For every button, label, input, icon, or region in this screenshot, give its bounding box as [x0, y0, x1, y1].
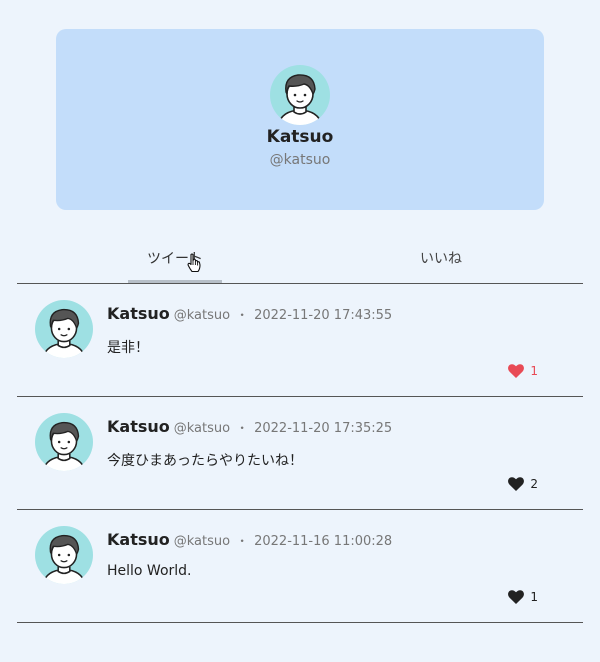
tweet-item[interactable]: Katsuo @katsuo ・ 2022-11-16 11:00:28 Hello … — [17, 510, 583, 623]
like-button[interactable]: 1 — [508, 363, 538, 379]
tweet-item[interactable]: Katsuo @katsuo ・ 2022-11-20 17:43:55 是非！ 1 — [17, 284, 583, 397]
tweet-header: Katsuo @katsuo ・ 2022-11-20 17:35:25 — [107, 417, 392, 436]
tweet-author-name[interactable]: Katsuo — [107, 304, 170, 323]
tweet-author-handle: @katsuo — [173, 308, 231, 323]
tab-tweets[interactable]: ツイート — [128, 240, 222, 283]
tweet-text: Hello World. — [107, 563, 192, 579]
tweet-header: Katsuo @katsuo ・ 2022-11-20 17:43:55 — [107, 304, 392, 323]
separator: ・ — [236, 421, 249, 435]
tweet-author-handle: @katsuo — [173, 534, 231, 549]
like-button[interactable]: 1 — [508, 589, 538, 605]
tweet-text: 是非！ — [107, 340, 149, 356]
like-count: 1 — [530, 590, 538, 604]
separator: ・ — [236, 308, 249, 322]
like-count: 1 — [530, 364, 538, 378]
separator: ・ — [236, 534, 249, 548]
tweet-timestamp: 2022-11-16 11:00:28 — [254, 534, 393, 549]
tweet-author-name[interactable]: Katsuo — [107, 530, 170, 549]
tweet-item[interactable]: Katsuo @katsuo ・ 2022-11-20 17:35:25 今度ひまあっ… — [17, 397, 583, 510]
tab-likes[interactable]: いいね — [394, 240, 488, 283]
like-button[interactable]: 2 — [508, 476, 538, 492]
heart-icon — [508, 364, 525, 378]
tweet-header: Katsuo @katsuo ・ 2022-11-16 11:00:28 — [107, 530, 392, 549]
profile-card: Katsuo @katsuo — [56, 29, 544, 210]
like-count: 2 — [530, 477, 538, 491]
hand-cursor-icon — [187, 253, 201, 273]
tweet-timestamp: 2022-11-20 17:35:25 — [254, 421, 393, 436]
tweet-text: 今度ひまあったらやりたいね！ — [107, 453, 303, 469]
tab-bar: ツイート いいね — [17, 240, 583, 284]
tweet-author-handle: @katsuo — [173, 421, 231, 436]
heart-icon — [508, 590, 525, 604]
avatar[interactable] — [35, 413, 93, 471]
tweet-timestamp: 2022-11-20 17:43:55 — [254, 308, 393, 323]
profile-handle: @katsuo — [269, 152, 331, 168]
avatar[interactable] — [35, 526, 93, 584]
profile-name: Katsuo — [266, 127, 334, 147]
tweet-author-name[interactable]: Katsuo — [107, 417, 170, 436]
avatar[interactable] — [35, 300, 93, 358]
heart-icon — [508, 477, 525, 491]
avatar[interactable] — [270, 65, 330, 125]
